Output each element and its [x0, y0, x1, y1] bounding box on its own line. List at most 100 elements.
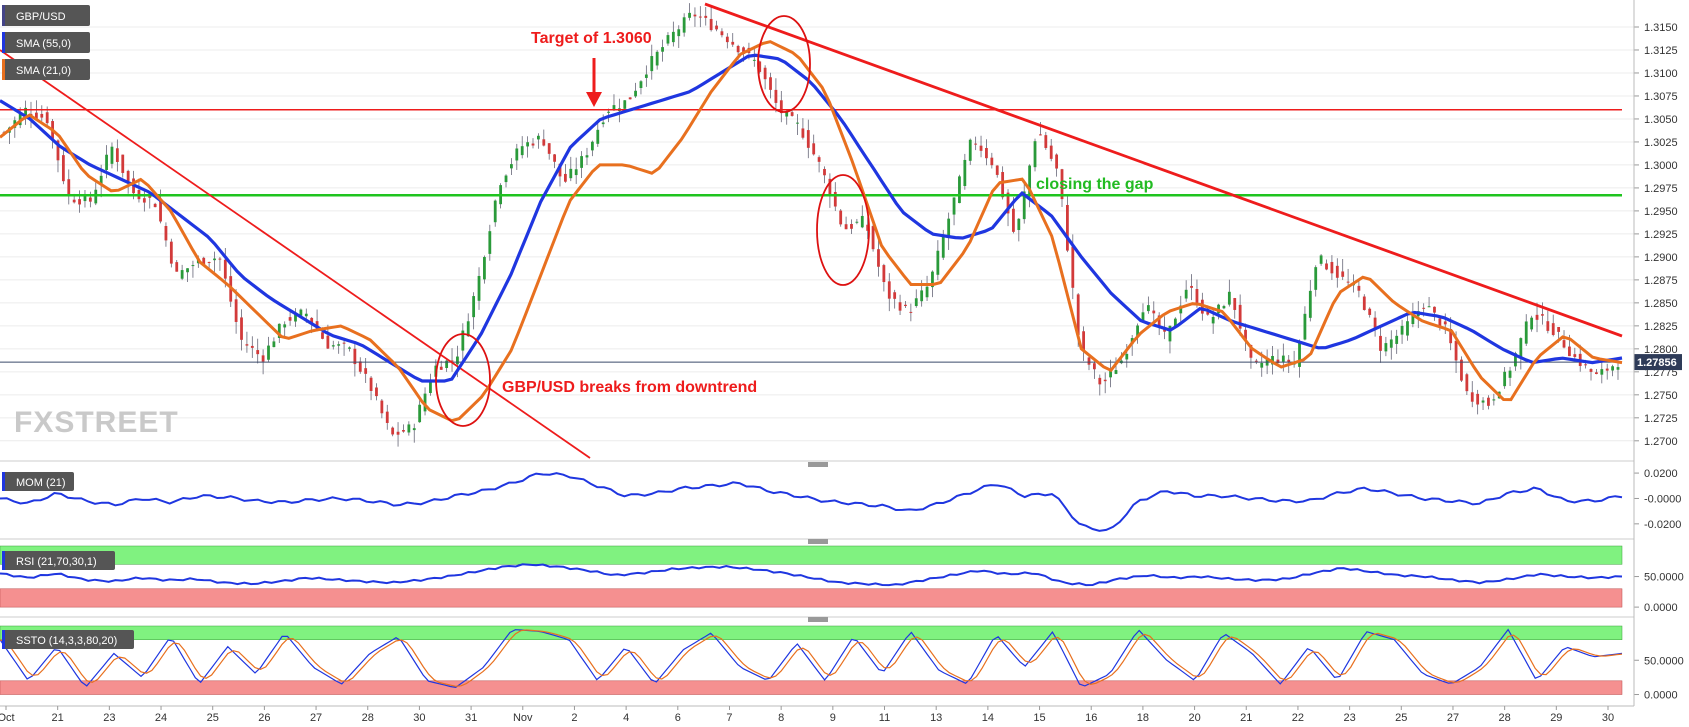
candle-body: [456, 356, 459, 365]
candle-body: [677, 29, 681, 37]
candle-body: [1384, 343, 1388, 352]
momentum-tag[interactable]: MOM (21): [2, 472, 74, 491]
candle-body: [1406, 321, 1409, 336]
rsi-tag[interactable]: RSI (21,70,30,1): [2, 551, 115, 570]
candle-body: [537, 135, 540, 140]
candle-body: [159, 200, 162, 222]
candle-body: [952, 197, 956, 215]
candle-body: [1476, 393, 1480, 405]
resize-handle-3[interactable]: [808, 617, 828, 622]
time-tick-label: 18: [1137, 712, 1149, 722]
candle-body: [709, 18, 713, 31]
candle-body: [1314, 267, 1318, 290]
rsi-panel[interactable]: 50.0000 0.0000 RSI (21,70,30,1): [0, 545, 1684, 622]
candle-body: [364, 368, 368, 374]
candle-body: [493, 200, 497, 223]
time-tick-label: 8: [778, 712, 784, 722]
candle-body: [483, 257, 486, 280]
price-tick-label: 1.2725: [1644, 413, 1678, 425]
price-tick-label: 1.2975: [1644, 183, 1678, 195]
candle-body: [375, 387, 378, 397]
chart-window: 1.3150 1.3125 1.3100 1.3075 1.3050 1.3025 1.30…: [0, 0, 1689, 724]
sma55-tag[interactable]: SMA (55,0): [2, 32, 90, 53]
momentum-panel[interactable]: 0.0200 -0.0000 -0.0200 MOM (21): [0, 468, 1681, 544]
price-tick-label: 1.2825: [1644, 321, 1678, 333]
time-tick-label: 25: [207, 712, 219, 722]
resize-handle-1[interactable]: [808, 462, 828, 467]
symbol-tag[interactable]: GBP/USD: [2, 5, 90, 26]
candle-body: [472, 296, 476, 318]
time-tick-label: 23: [1343, 712, 1355, 722]
candle-body: [871, 226, 875, 250]
time-tick-label: 4: [623, 712, 629, 722]
candle-body: [639, 81, 643, 89]
candle-body: [1049, 145, 1053, 159]
stochastic-tag[interactable]: SSTO (14,3,3,80,20): [2, 630, 134, 649]
time-tick-label: 27: [310, 712, 322, 722]
svg-text:RSI (21,70,30,1): RSI (21,70,30,1): [16, 556, 97, 568]
candle-body: [1227, 291, 1231, 305]
candle-body: [110, 146, 114, 164]
candle-body: [191, 265, 195, 267]
candle-body: [288, 317, 292, 321]
time-tick-label: 20: [1188, 712, 1200, 722]
candle-body: [531, 143, 535, 146]
momentum-tick-label: -0.0200: [1644, 519, 1681, 531]
candle-body: [223, 259, 227, 279]
candle-body: [682, 17, 686, 33]
candle-body: [1611, 366, 1615, 371]
candle-body: [326, 335, 330, 349]
time-tick-label: 16: [1085, 712, 1097, 722]
candle-body: [995, 165, 999, 175]
candle-body: [1092, 363, 1096, 370]
candle-body: [1508, 370, 1512, 378]
candle-body: [1152, 310, 1156, 314]
candle-body: [1341, 271, 1345, 277]
candle-body: [1589, 369, 1593, 372]
candle-body: [412, 428, 416, 431]
candle-body: [1001, 172, 1005, 198]
candle-body: [882, 265, 886, 283]
candle-body: [169, 241, 173, 264]
time-tick-label: Nov: [513, 712, 533, 722]
candle-body: [94, 189, 98, 204]
svg-text:SMA (55,0): SMA (55,0): [16, 38, 71, 50]
time-tick-label: 21: [52, 712, 64, 722]
candle-body: [968, 139, 972, 161]
last-price-badge: 1.27856: [1634, 354, 1682, 371]
candle-body: [1422, 307, 1426, 309]
price-tick-label: 1.2925: [1644, 229, 1678, 241]
price-panel[interactable]: 1.3150 1.3125 1.3100 1.3075 1.3050 1.3025 1.30…: [0, 0, 1682, 459]
candle-body: [1433, 306, 1436, 313]
candle-body: [331, 345, 335, 347]
candle-body: [650, 56, 654, 72]
price-tick-label: 1.3025: [1644, 137, 1678, 149]
candle-body: [256, 350, 260, 355]
candle-body: [936, 250, 940, 275]
sma21-tag[interactable]: SMA (21,0): [2, 59, 90, 80]
time-tick-label: 30: [413, 712, 425, 722]
candle-body: [267, 345, 270, 360]
candle-body: [283, 324, 287, 328]
chart-canvas[interactable]: 1.3150 1.3125 1.3100 1.3075 1.3050 1.3025 1.30…: [0, 0, 1689, 724]
candle-body: [142, 198, 146, 203]
time-tick-label: 6: [675, 712, 681, 722]
stochastic-panel[interactable]: 50.0000 0.0000 SSTO (14,3,3,80,20): [0, 625, 1684, 702]
candle-body: [590, 141, 594, 151]
candle-body: [304, 313, 308, 317]
candle-body: [261, 355, 265, 362]
candle-body: [1595, 372, 1598, 375]
candle-body: [844, 224, 848, 230]
candle-body: [1573, 354, 1577, 357]
candle-body: [585, 155, 589, 158]
candle-body: [731, 41, 735, 45]
candle-body: [272, 341, 276, 348]
candle-body: [655, 51, 659, 66]
candle-body: [1346, 281, 1350, 283]
resize-handle-2[interactable]: [808, 539, 828, 544]
candle-body: [1033, 141, 1037, 168]
candle-body: [321, 332, 324, 339]
candle-body: [893, 292, 897, 299]
candle-body: [429, 381, 432, 394]
svg-text:MOM (21): MOM (21): [16, 477, 66, 489]
